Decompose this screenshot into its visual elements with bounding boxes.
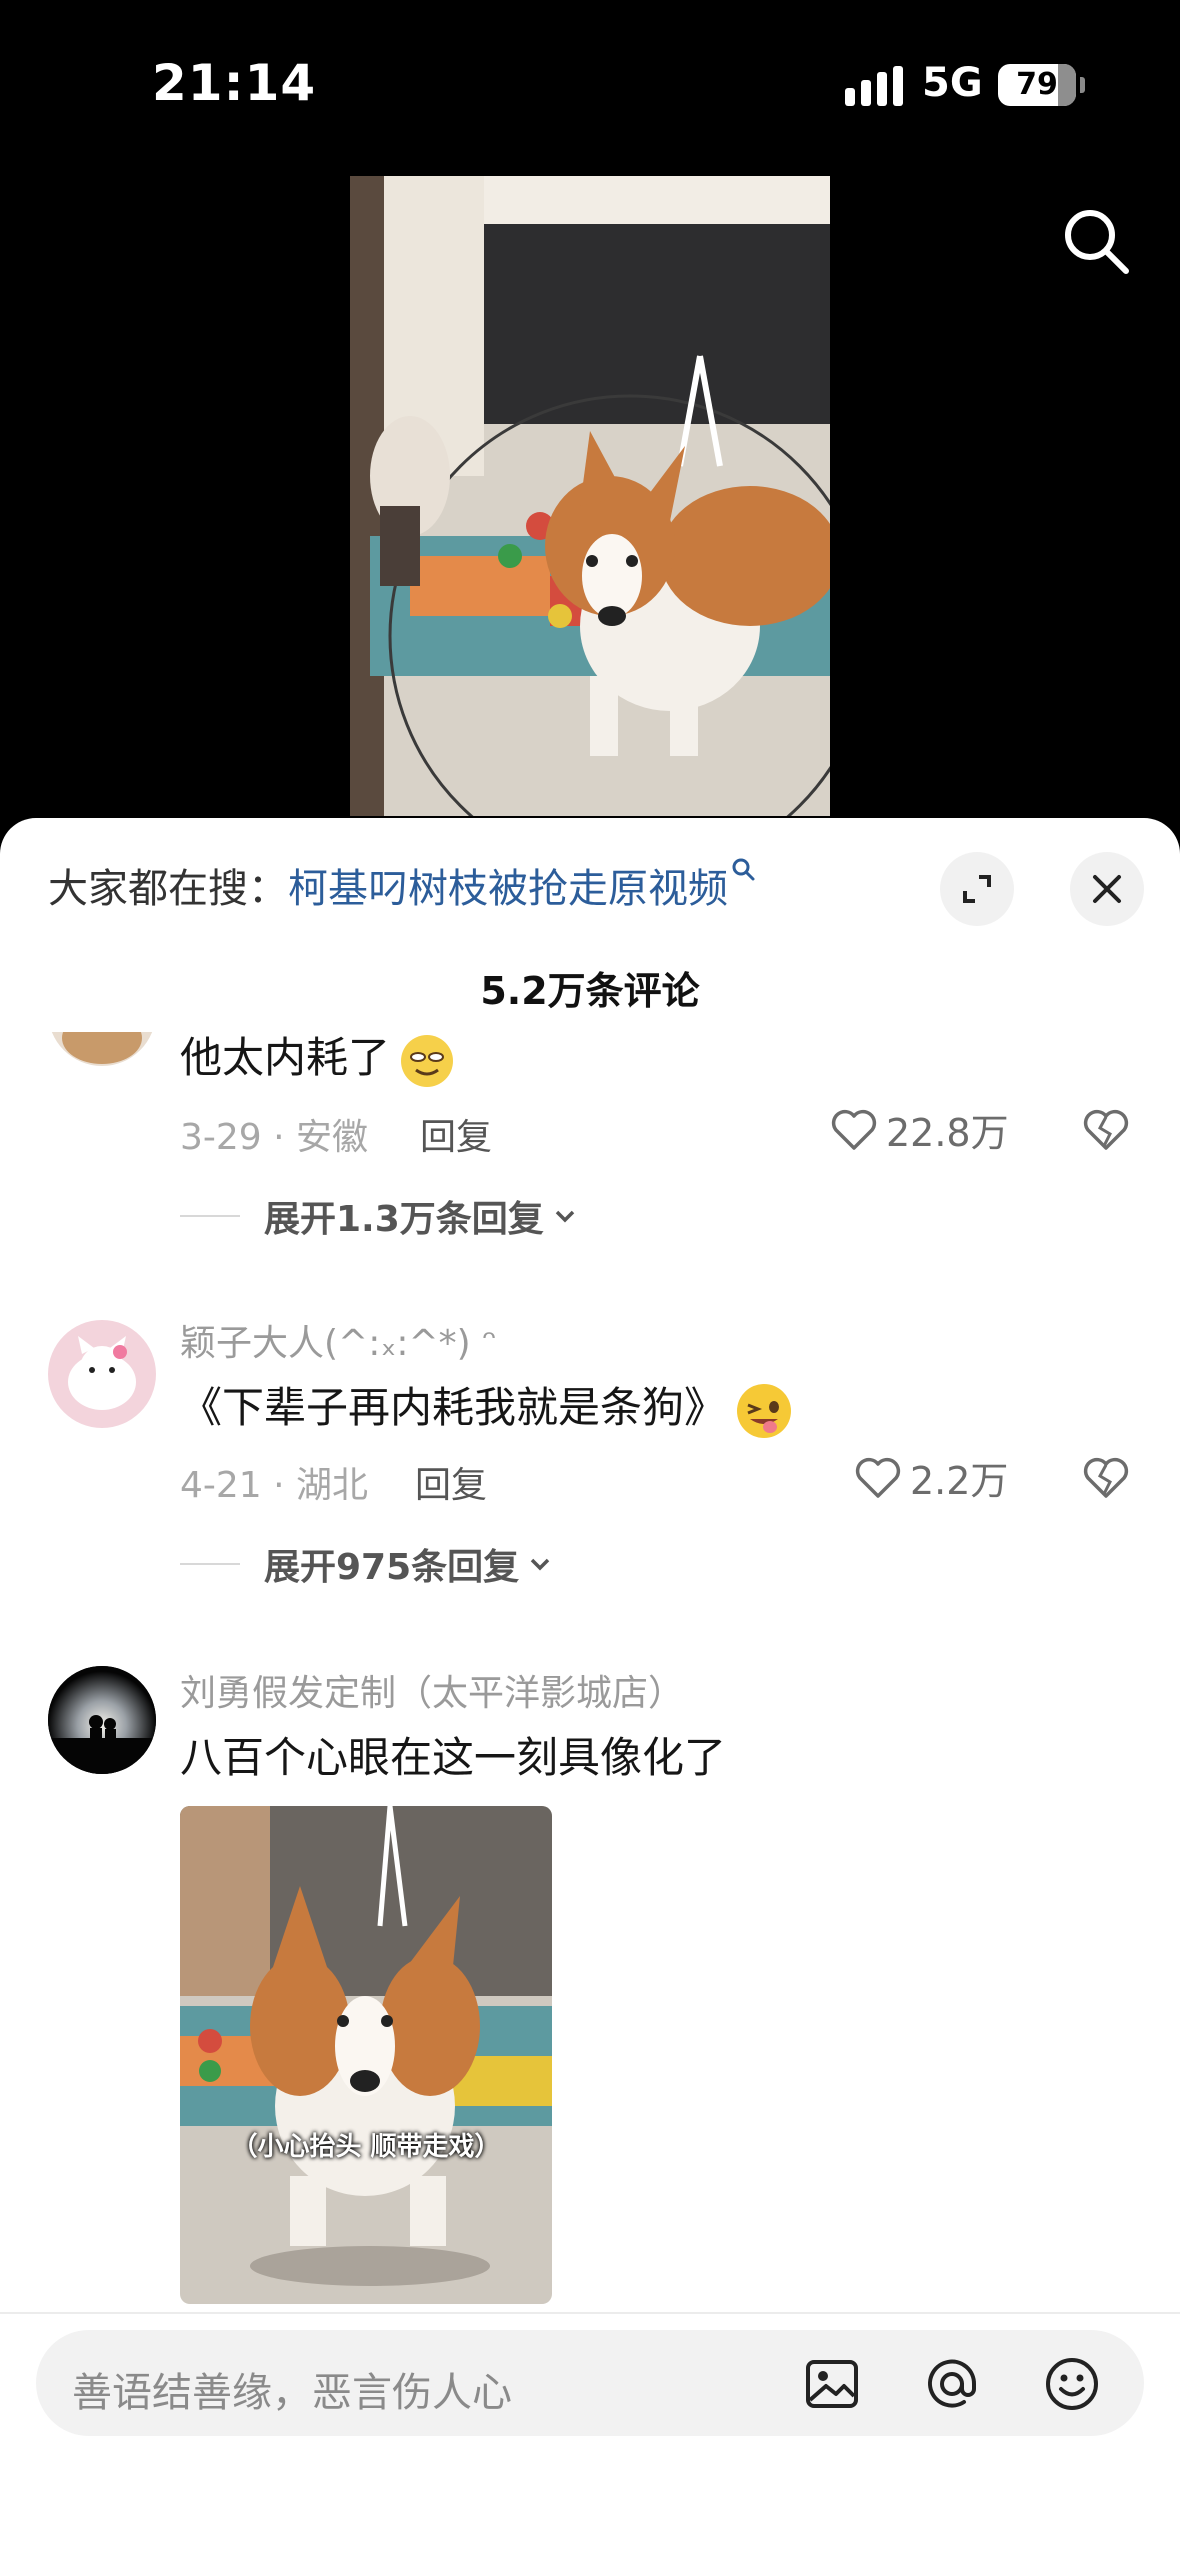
chevron-down-icon bbox=[555, 1210, 575, 1223]
status-bar: 21:14 5G 79 bbox=[0, 0, 1180, 170]
comment-text: 他太内耗了 bbox=[180, 1032, 456, 1090]
close-icon bbox=[1093, 875, 1121, 903]
comment-input[interactable]: 善语结善缘，恶言伤人心 bbox=[36, 2330, 1144, 2436]
comment-meta: 4-21 · 湖北 bbox=[180, 1465, 369, 1506]
expand-replies-button[interactable]: 展开1.3万条回复 bbox=[180, 1190, 580, 1242]
video-player[interactable] bbox=[350, 176, 830, 816]
close-button[interactable] bbox=[1070, 852, 1144, 926]
video-frame-illustration bbox=[350, 176, 830, 816]
signal-icon bbox=[845, 66, 903, 106]
comment-image[interactable]: （小心抬头 顺带走戏） bbox=[180, 1806, 552, 2304]
expand-replies-button[interactable]: 展开975条回复 bbox=[180, 1538, 555, 1590]
reply-button[interactable]: 回复 bbox=[420, 1108, 492, 1160]
smiley-icon[interactable] bbox=[1042, 2354, 1102, 2414]
winking-tongue-emoji-icon bbox=[737, 1383, 792, 1438]
search-icon[interactable] bbox=[1060, 205, 1132, 277]
status-time: 21:14 bbox=[152, 54, 317, 112]
comment-text: 八百个心眼在这一刻具像化了 bbox=[180, 1733, 727, 1782]
comment-username[interactable]: 刘勇假发定制（太平洋影城店） bbox=[180, 1664, 684, 1716]
network-type: 5G bbox=[922, 60, 983, 106]
at-icon[interactable] bbox=[922, 2354, 982, 2414]
reply-button[interactable]: 回复 bbox=[415, 1456, 487, 1508]
expand-button[interactable] bbox=[940, 852, 1014, 926]
comment-count: 5.2万条评论 bbox=[480, 969, 700, 1013]
like-button[interactable]: 2.2万 bbox=[852, 1450, 1008, 1505]
image-icon[interactable] bbox=[802, 2354, 862, 2414]
avatar[interactable] bbox=[48, 1320, 156, 1428]
battery-icon: 79 bbox=[998, 64, 1085, 106]
broken-heart-icon[interactable] bbox=[1080, 1452, 1132, 1504]
comment-input-placeholder[interactable]: 善语结善缘，恶言伤人心 bbox=[72, 2360, 512, 2418]
image-caption: （小心抬头 顺带走戏） bbox=[231, 2132, 501, 2162]
comment-date: 4-21 bbox=[180, 1465, 262, 1506]
comment-meta: 3-29 · 安徽 bbox=[180, 1117, 369, 1158]
avatar[interactable] bbox=[48, 1032, 156, 1066]
battery-level: 79 bbox=[1016, 67, 1058, 102]
comment-date: 3-29 bbox=[180, 1117, 262, 1158]
heart-icon bbox=[831, 1109, 877, 1150]
hot-search-prefix: 大家都在搜： bbox=[48, 866, 288, 912]
like-count: 2.2万 bbox=[910, 1459, 1009, 1503]
comment-location: 安徽 bbox=[296, 1117, 369, 1158]
like-button[interactable]: 22.8万 bbox=[828, 1102, 1009, 1157]
avatar[interactable] bbox=[48, 1666, 156, 1774]
comment-username[interactable]: 颖子大人(^:ₓ:^*) ᵔ bbox=[180, 1314, 497, 1366]
comment-location: 湖北 bbox=[296, 1465, 369, 1506]
expand-icon bbox=[963, 875, 991, 903]
comment-text: 《下辈子再内耗我就是条狗》 bbox=[180, 1374, 794, 1441]
smiley-emoji-icon bbox=[401, 1034, 454, 1087]
broken-heart-icon[interactable] bbox=[1080, 1104, 1132, 1156]
comment-sheet: 大家都在搜：柯基叼树枝被抢走原视频 5.2万条评论 他太内耗了 3-29 · 安… bbox=[0, 818, 1180, 2556]
comment-list[interactable]: 他太内耗了 3-29 · 安徽 回复 22.8万 展开1.3万条回复 颖子大人(… bbox=[0, 1032, 1180, 2330]
chevron-down-icon bbox=[530, 1558, 550, 1571]
hot-search-bar[interactable]: 大家都在搜：柯基叼树枝被抢走原视频 bbox=[48, 856, 756, 914]
divider bbox=[0, 2312, 1180, 2314]
like-count: 22.8万 bbox=[886, 1111, 1009, 1155]
search-icon bbox=[732, 858, 755, 881]
heart-icon bbox=[855, 1457, 901, 1498]
hot-search-link[interactable]: 柯基叼树枝被抢走原视频 bbox=[288, 866, 728, 912]
corgi-image bbox=[180, 1806, 552, 2304]
